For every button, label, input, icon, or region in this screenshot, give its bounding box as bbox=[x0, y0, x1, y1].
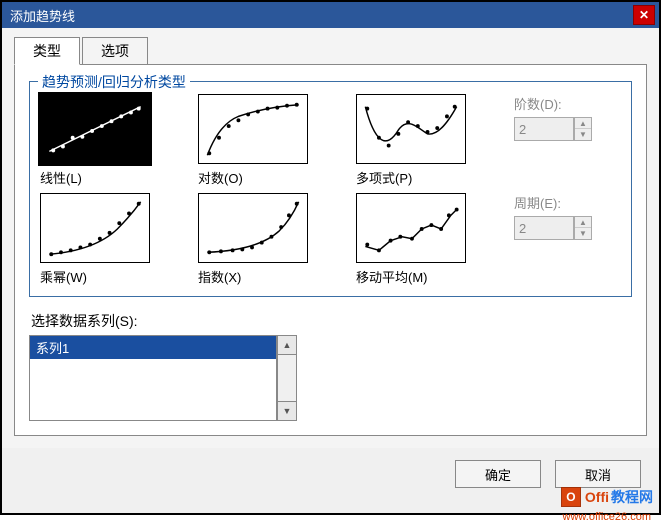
order-spinner: ▲ ▼ bbox=[514, 117, 592, 141]
dialog-title: 添加趋势线 bbox=[10, 6, 633, 25]
close-button[interactable]: ✕ bbox=[633, 5, 655, 25]
period-spinner: ▲ ▼ bbox=[514, 216, 592, 240]
watermark-url: www.office26.com bbox=[563, 511, 651, 523]
caption-ma: 移动平均(M) bbox=[356, 267, 428, 286]
thumb-exp bbox=[198, 193, 308, 263]
thumb-poly bbox=[356, 94, 466, 164]
cancel-button[interactable]: 取消 bbox=[555, 460, 641, 488]
period-label: 周期(E): bbox=[514, 193, 561, 212]
option-ma[interactable]: 移动平均(M) bbox=[356, 193, 496, 286]
option-power[interactable]: 乘幂(W) bbox=[40, 193, 180, 286]
dialog-window: 添加趋势线 ✕ 类型 选项 趋势预测/回归分析类型 bbox=[0, 0, 661, 515]
spin-up-icon: ▲ bbox=[575, 118, 591, 129]
trendline-type-group: 趋势预测/回归分析类型 线性(L) bbox=[29, 81, 632, 297]
series-scrollbar[interactable]: ▲ ▼ bbox=[277, 335, 297, 421]
series-label: 选择数据系列(S): bbox=[31, 311, 632, 331]
thumb-linear bbox=[40, 94, 150, 164]
spin-down-icon: ▼ bbox=[575, 129, 591, 140]
caption-linear: 线性(L) bbox=[40, 168, 82, 187]
option-exp[interactable]: 指数(X) bbox=[198, 193, 338, 286]
trendline-grid: 线性(L) 对数(O) bbox=[40, 94, 621, 286]
scroll-up-icon[interactable]: ▲ bbox=[277, 335, 297, 355]
thumb-power bbox=[40, 193, 150, 263]
option-linear[interactable]: 线性(L) bbox=[40, 94, 180, 187]
period-input bbox=[514, 216, 574, 240]
tab-options[interactable]: 选项 bbox=[82, 37, 148, 65]
thumb-log bbox=[198, 94, 308, 164]
caption-power: 乘幂(W) bbox=[40, 267, 87, 286]
series-listbox[interactable]: 系列1 bbox=[29, 335, 277, 421]
scroll-track[interactable] bbox=[277, 355, 297, 401]
series-item[interactable]: 系列1 bbox=[30, 336, 276, 359]
period-control: 周期(E): ▲ ▼ bbox=[514, 193, 634, 240]
option-log[interactable]: 对数(O) bbox=[198, 94, 338, 187]
tab-type[interactable]: 类型 bbox=[14, 37, 80, 65]
tab-strip: 类型 选项 bbox=[14, 37, 647, 65]
series-list-wrap: 系列1 ▲ ▼ bbox=[29, 335, 632, 421]
caption-exp: 指数(X) bbox=[198, 267, 241, 286]
period-spin-buttons: ▲ ▼ bbox=[574, 216, 592, 240]
option-poly[interactable]: 多项式(P) bbox=[356, 94, 496, 187]
ok-button[interactable]: 确定 bbox=[455, 460, 541, 488]
spin-down-icon: ▼ bbox=[575, 228, 591, 239]
group-legend: 趋势预测/回归分析类型 bbox=[38, 72, 190, 92]
dialog-body: 类型 选项 趋势预测/回归分析类型 线性(L) bbox=[2, 28, 659, 448]
caption-poly: 多项式(P) bbox=[356, 168, 412, 187]
tab-panel-type: 趋势预测/回归分析类型 线性(L) bbox=[14, 64, 647, 436]
order-control: 阶数(D): ▲ ▼ bbox=[514, 94, 634, 141]
spin-up-icon: ▲ bbox=[575, 217, 591, 228]
order-label: 阶数(D): bbox=[514, 94, 562, 113]
caption-log: 对数(O) bbox=[198, 168, 243, 187]
dialog-footer: 确定 取消 bbox=[2, 448, 659, 498]
thumb-ma bbox=[356, 193, 466, 263]
titlebar: 添加趋势线 ✕ bbox=[2, 2, 659, 28]
order-input bbox=[514, 117, 574, 141]
order-spin-buttons: ▲ ▼ bbox=[574, 117, 592, 141]
scroll-down-icon[interactable]: ▼ bbox=[277, 401, 297, 421]
